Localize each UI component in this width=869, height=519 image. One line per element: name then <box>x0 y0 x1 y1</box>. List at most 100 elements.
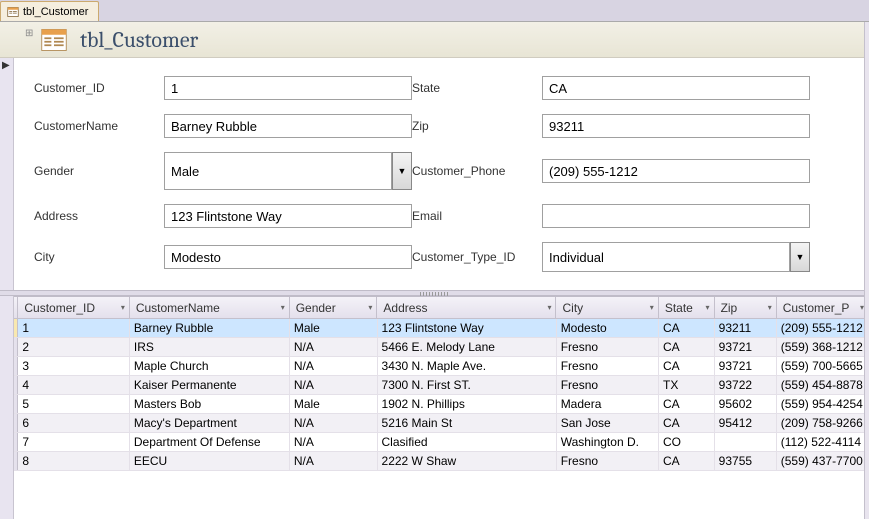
table-row[interactable]: 8EECUN/A2222 W ShawFresnoCA93755(559) 43… <box>0 452 869 471</box>
table-row[interactable]: 3Maple ChurchN/A3430 N. Maple Ave.Fresno… <box>0 357 869 376</box>
cell-name[interactable]: EECU <box>130 452 290 470</box>
cell-gender[interactable]: N/A <box>290 357 378 375</box>
cell-address[interactable]: 1902 N. Phillips <box>378 395 557 413</box>
cell-city[interactable]: San Jose <box>557 414 659 432</box>
cell-zip[interactable]: 95602 <box>715 395 777 413</box>
cell-state[interactable]: CA <box>659 414 715 432</box>
field-customer-name[interactable]: Barney Rubble <box>164 114 412 138</box>
cell-state[interactable]: CA <box>659 395 715 413</box>
cell-city[interactable]: Fresno <box>557 357 659 375</box>
column-header-gender[interactable]: Gender▾ <box>290 297 378 318</box>
field-gender[interactable]: Male <box>164 152 392 190</box>
table-row[interactable]: 2IRSN/A5466 E. Melody LaneFresnoCA93721(… <box>0 338 869 357</box>
cell-zip[interactable]: 93755 <box>715 452 777 470</box>
field-address[interactable]: 123 Flintstone Way <box>164 204 412 228</box>
cell-id[interactable]: 3 <box>18 357 129 375</box>
form-datasheet-splitter[interactable] <box>0 290 869 296</box>
field-zip[interactable]: 93211 <box>542 114 810 138</box>
chevron-down-icon[interactable]: ▾ <box>768 303 772 312</box>
cell-phone[interactable]: (209) 555-1212 <box>777 319 869 337</box>
cell-address[interactable]: 7300 N. First ST. <box>378 376 557 394</box>
cell-name[interactable]: Department Of Defense <box>130 433 290 451</box>
cell-zip[interactable]: 93722 <box>715 376 777 394</box>
field-type[interactable]: Individual <box>542 242 790 272</box>
table-row[interactable]: 6Macy's DepartmentN/A5216 Main StSan Jos… <box>0 414 869 433</box>
column-header-customer-phone[interactable]: Customer_P▾ <box>777 297 869 318</box>
cell-gender[interactable]: N/A <box>290 376 378 394</box>
cell-phone[interactable]: (559) 437-7700 <box>777 452 869 470</box>
field-customer-id[interactable]: 1 <box>164 76 412 100</box>
chevron-down-icon[interactable]: ▾ <box>121 303 125 312</box>
cell-gender[interactable]: N/A <box>290 414 378 432</box>
column-header-customer-id[interactable]: Customer_ID▾ <box>18 297 129 318</box>
cell-address[interactable]: 2222 W Shaw <box>378 452 557 470</box>
cell-address[interactable]: 5466 E. Melody Lane <box>378 338 557 356</box>
cell-city[interactable]: Washington D. <box>557 433 659 451</box>
cell-phone[interactable]: (559) 954-4254 <box>777 395 869 413</box>
cell-state[interactable]: CA <box>659 452 715 470</box>
cell-address[interactable]: 3430 N. Maple Ave. <box>378 357 557 375</box>
cell-name[interactable]: IRS <box>130 338 290 356</box>
cell-city[interactable]: Fresno <box>557 376 659 394</box>
type-dropdown-button[interactable]: ▼ <box>790 242 810 272</box>
table-row[interactable]: 4Kaiser PermanenteN/A7300 N. First ST.Fr… <box>0 376 869 395</box>
cell-id[interactable]: 6 <box>18 414 129 432</box>
record-selector-bar[interactable]: ▶ <box>0 58 14 519</box>
cell-name[interactable]: Kaiser Permanente <box>130 376 290 394</box>
cell-gender[interactable]: N/A <box>290 433 378 451</box>
cell-zip[interactable]: 93211 <box>715 319 777 337</box>
cell-state[interactable]: CO <box>659 433 715 451</box>
cell-address[interactable]: 123 Flintstone Way <box>378 319 557 337</box>
cell-address[interactable]: Clasified <box>378 433 557 451</box>
expand-collapse-icon[interactable]: ⊞ <box>25 28 33 39</box>
chevron-down-icon[interactable]: ▾ <box>706 303 710 312</box>
combo-gender[interactable]: Male ▼ <box>164 152 412 190</box>
cell-id[interactable]: 4 <box>18 376 129 394</box>
column-header-address[interactable]: Address▾ <box>377 297 556 318</box>
cell-phone[interactable]: (559) 700-5665 <box>777 357 869 375</box>
cell-phone[interactable]: (559) 454-8878 <box>777 376 869 394</box>
cell-phone[interactable]: (209) 758-9266 <box>777 414 869 432</box>
cell-state[interactable]: CA <box>659 357 715 375</box>
cell-state[interactable]: TX <box>659 376 715 394</box>
field-phone[interactable]: (209) 555-1212 <box>542 159 810 183</box>
column-header-city[interactable]: City▾ <box>556 297 658 318</box>
cell-zip[interactable] <box>715 433 777 451</box>
table-row[interactable]: 7Department Of DefenseN/AClasifiedWashin… <box>0 433 869 452</box>
chevron-down-icon[interactable]: ▾ <box>368 303 372 312</box>
cell-zip[interactable]: 93721 <box>715 357 777 375</box>
cell-gender[interactable]: Male <box>290 319 378 337</box>
cell-id[interactable]: 1 <box>18 319 129 337</box>
column-header-zip[interactable]: Zip▾ <box>715 297 777 318</box>
chevron-down-icon[interactable]: ▾ <box>650 303 654 312</box>
cell-name[interactable]: Masters Bob <box>130 395 290 413</box>
combo-type[interactable]: Individual ▼ <box>542 242 810 272</box>
field-city[interactable]: Modesto <box>164 245 412 269</box>
column-header-customer-name[interactable]: CustomerName▾ <box>130 297 290 318</box>
cell-city[interactable]: Madera <box>557 395 659 413</box>
cell-gender[interactable]: N/A <box>290 452 378 470</box>
cell-gender[interactable]: Male <box>290 395 378 413</box>
cell-name[interactable]: Macy's Department <box>130 414 290 432</box>
field-email[interactable] <box>542 204 810 228</box>
cell-id[interactable]: 2 <box>18 338 129 356</box>
cell-state[interactable]: CA <box>659 319 715 337</box>
cell-city[interactable]: Fresno <box>557 338 659 356</box>
table-row[interactable]: 5Masters BobMale1902 N. PhillipsMaderaCA… <box>0 395 869 414</box>
cell-address[interactable]: 5216 Main St <box>378 414 557 432</box>
gender-dropdown-button[interactable]: ▼ <box>392 152 412 190</box>
chevron-down-icon[interactable]: ▾ <box>547 303 551 312</box>
cell-name[interactable]: Barney Rubble <box>130 319 290 337</box>
cell-id[interactable]: 7 <box>18 433 129 451</box>
column-header-state[interactable]: State▾ <box>659 297 715 318</box>
cell-phone[interactable]: (559) 368-1212 <box>777 338 869 356</box>
cell-city[interactable]: Modesto <box>557 319 659 337</box>
cell-id[interactable]: 5 <box>18 395 129 413</box>
table-row[interactable]: 1Barney RubbleMale123 Flintstone WayMode… <box>0 319 869 338</box>
cell-phone[interactable]: (112) 522-4114 <box>777 433 869 451</box>
cell-gender[interactable]: N/A <box>290 338 378 356</box>
cell-id[interactable]: 8 <box>18 452 129 470</box>
cell-state[interactable]: CA <box>659 338 715 356</box>
chevron-down-icon[interactable]: ▾ <box>281 303 285 312</box>
tab-tbl-customer[interactable]: tbl_Customer <box>0 1 99 21</box>
